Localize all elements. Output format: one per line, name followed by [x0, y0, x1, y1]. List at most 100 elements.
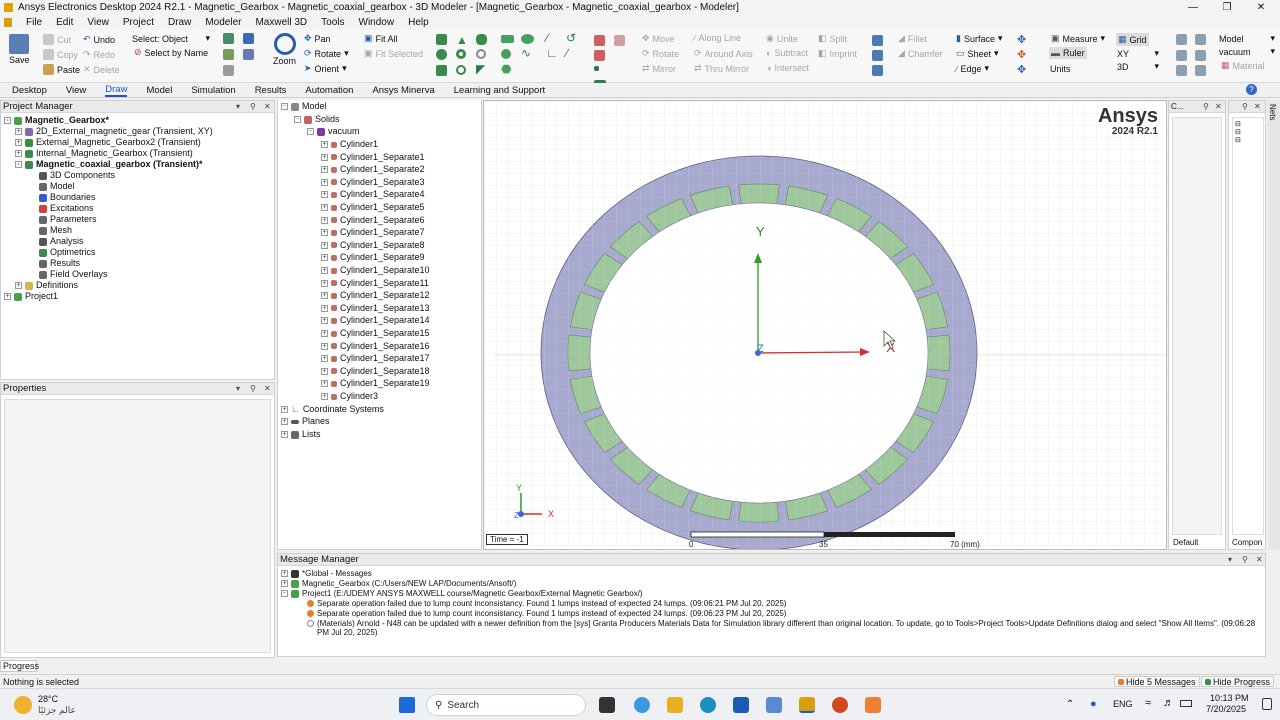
sweep-icon[interactable] — [872, 35, 883, 46]
powerpoint-icon[interactable] — [832, 697, 848, 713]
tree-item-solid[interactable]: + Cylinder1_Separate4 — [321, 189, 425, 200]
expand-icon[interactable]: + — [15, 128, 22, 135]
3d-viewport[interactable]: Y X Z Y X Z 0 35 70 (mm) Ansys 2024 R2.1… — [483, 100, 1167, 550]
tree-expand-icon[interactable]: ⊟ — [1235, 128, 1261, 136]
surface-button[interactable]: ▮ Surface ▾ — [956, 33, 1003, 44]
collapse-icon[interactable]: - — [4, 117, 11, 124]
circle-icon[interactable] — [501, 49, 511, 59]
face-cs-icon[interactable]: ✥ — [1017, 48, 1026, 61]
tree-item-field-overlays[interactable]: Field Overlays — [39, 269, 108, 280]
tree-item-3d-components[interactable]: 3D Components — [39, 170, 115, 181]
rotate-view-button[interactable]: ⟳ Rotate ▾ — [304, 48, 349, 59]
ansys-edt-icon[interactable] — [799, 697, 815, 713]
collapse-icon[interactable]: - — [281, 590, 288, 597]
tree-item-model[interactable]: Model — [39, 181, 75, 192]
redo-button[interactable]: ↷ Redo — [83, 49, 115, 60]
expand-icon[interactable]: + — [321, 216, 328, 224]
pin-icon[interactable]: ⚲ — [250, 101, 256, 113]
wrap-icon[interactable] — [872, 65, 883, 76]
expand-icon[interactable]: + — [281, 406, 288, 413]
tree-item-excitations[interactable]: Excitations — [39, 203, 94, 214]
tree-item-solid[interactable]: + Cylinder1_Separate3 — [321, 177, 425, 188]
ruler-button[interactable]: ▬ Ruler — [1049, 47, 1087, 59]
thicken-icon[interactable] — [872, 50, 883, 61]
tree-item-solid[interactable]: + Cylinder1_Separate7 — [321, 227, 425, 238]
expand-icon[interactable]: + — [321, 141, 328, 148]
tree-item-lists[interactable]: + Lists — [281, 429, 321, 440]
menu-help[interactable]: Help — [408, 17, 429, 28]
equation-curve-icon[interactable]: ∕ — [566, 46, 568, 60]
message-info[interactable]: (Materials) Arnold - N48 can be updated … — [307, 618, 1255, 629]
draw-box-icon[interactable] — [243, 49, 254, 60]
box-icon[interactable] — [436, 34, 447, 45]
expand-icon[interactable]: + — [321, 229, 328, 237]
tree-item-design[interactable]: + External_Magnetic_Gearbox2 (Transient) — [15, 137, 201, 148]
edge-button[interactable]: ∕ Edge ▾ — [956, 63, 989, 74]
pole-piece-segment[interactable] — [738, 501, 780, 523]
snipping-tool-icon[interactable] — [766, 697, 782, 713]
close-icon[interactable]: ✕ — [1256, 554, 1263, 566]
tree-item-definitions[interactable]: + Definitions — [15, 280, 78, 291]
select-by-name-button[interactable]: ⊘ Select by Name — [134, 47, 208, 58]
tab-learning[interactable]: Learning and Support — [454, 85, 545, 96]
select-mode-dropdown[interactable]: Select: Object ▾ — [132, 33, 210, 44]
collapse-icon[interactable]: - — [307, 128, 314, 135]
ellipse-icon[interactable] — [521, 34, 534, 44]
draw-misc-icon[interactable] — [223, 65, 234, 76]
thru-mirror-button[interactable]: ⇄ Thru Mirror — [694, 63, 749, 74]
tree-item-active-design[interactable]: - Magnetic_coaxial_gearbox (Transient)* — [15, 159, 203, 170]
menu-project[interactable]: Project — [123, 17, 154, 28]
tree-item-optimetrics[interactable]: Optimetrics — [39, 247, 96, 258]
tree-item-solid[interactable]: + Cylinder1_Separate13 — [321, 303, 430, 314]
clock-time[interactable]: 10:13 PM — [1210, 693, 1249, 703]
close-icon[interactable]: ✕ — [1215, 101, 1222, 113]
region-icon[interactable] — [594, 35, 605, 46]
fit-selected-button[interactable]: ▣ Fit Selected — [364, 48, 423, 59]
cylinder-icon[interactable] — [476, 34, 487, 45]
tree-item-analysis[interactable]: Analysis — [39, 236, 84, 247]
progress-tab[interactable]: Progress — [0, 660, 39, 672]
rectangle-icon[interactable] — [501, 35, 514, 43]
draw-line-icon[interactable] — [223, 49, 234, 60]
expand-icon[interactable]: + — [321, 279, 328, 287]
model-dropdown[interactable]: Model ▾ — [1219, 33, 1275, 44]
expand-icon[interactable]: + — [4, 293, 11, 300]
tree-item-solid[interactable]: + Cylinder1_Separate8 — [321, 240, 425, 251]
expand-icon[interactable]: + — [321, 204, 328, 211]
view-layout5-icon[interactable] — [1176, 65, 1187, 76]
store-icon[interactable] — [733, 697, 749, 713]
tree-item-solid[interactable]: + Cylinder1_Separate17 — [321, 353, 430, 364]
menu-tools[interactable]: Tools — [321, 17, 344, 28]
pole-piece-segment[interactable] — [926, 334, 951, 372]
menu-modeler[interactable]: Modeler — [205, 17, 241, 28]
cone-icon[interactable]: ▲ — [456, 33, 468, 47]
expand-icon[interactable]: + — [15, 139, 22, 146]
grid-button[interactable]: ▦ Grid — [1116, 33, 1149, 46]
copilot-icon[interactable] — [634, 697, 650, 713]
polyhedron-icon[interactable] — [436, 65, 447, 76]
expand-icon[interactable]: + — [321, 393, 328, 400]
pin-icon[interactable]: ⚲ — [250, 383, 256, 395]
fillet-button[interactable]: ◢ Fillet — [898, 33, 927, 44]
tab-model[interactable]: Model — [146, 85, 172, 96]
tree-item-solid[interactable]: + Cylinder1_Separate11 — [321, 278, 429, 289]
delete-button[interactable]: ✕ Delete — [83, 64, 120, 75]
maximize-icon[interactable]: ❐ — [1210, 0, 1244, 15]
tree-item-solid[interactable]: + Cylinder1_Separate1 — [321, 152, 425, 163]
tree-item-results[interactable]: Results — [39, 258, 80, 269]
draw-sheet-icon[interactable] — [243, 33, 254, 44]
tree-expand-icon[interactable]: ⊟ — [1235, 120, 1261, 128]
expand-icon[interactable]: + — [321, 367, 328, 375]
bondwire-icon[interactable] — [456, 65, 466, 75]
tab-ansys-minerva[interactable]: Ansys Minerva — [372, 85, 434, 96]
tab-view[interactable]: View — [66, 85, 86, 96]
pan-button[interactable]: ✥ Pan — [304, 33, 331, 44]
sheet-button[interactable]: ▭ Sheet ▾ — [956, 48, 999, 59]
tree-item-solid[interactable]: + Cylinder1_Separate9 — [321, 252, 425, 263]
zoom-button[interactable]: Zoom — [273, 33, 296, 66]
menu-file[interactable]: File — [26, 17, 42, 28]
subtract-button[interactable]: ◐ Subtract — [766, 48, 808, 58]
orient-button[interactable]: ➤ Orient ▾ — [304, 63, 347, 74]
notification-icon[interactable] — [1262, 698, 1272, 710]
pin-icon[interactable]: ⚲ — [1242, 101, 1248, 113]
